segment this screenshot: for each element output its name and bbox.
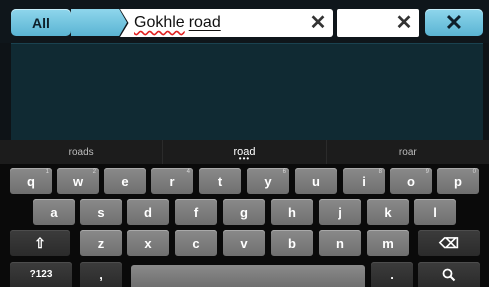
key-w-hint: 2 bbox=[92, 169, 96, 175]
breadcrumb-arrow bbox=[71, 9, 127, 36]
key-k[interactable]: k bbox=[367, 199, 409, 225]
shift-key-icon[interactable]: ⇧ bbox=[10, 230, 70, 256]
key-d[interactable]: d bbox=[127, 199, 169, 225]
key-w[interactable]: w2 bbox=[57, 168, 99, 194]
suggestion-roar[interactable]: roar bbox=[325, 140, 489, 164]
keyboard: q1 w2 e r4 t y6 u i8 o9 p0 a s d f g h j… bbox=[0, 164, 489, 287]
symbols-key[interactable]: ?123 bbox=[10, 262, 72, 287]
key-q[interactable]: q1 bbox=[10, 168, 52, 194]
key-f[interactable]: f bbox=[175, 199, 217, 225]
key-o[interactable]: o9 bbox=[390, 168, 432, 194]
search-bar: All Gokhle road ✕ ✕ ✕ bbox=[0, 0, 489, 43]
key-v[interactable]: v bbox=[223, 230, 265, 256]
magnifier-icon bbox=[442, 268, 456, 281]
key-o-label: o bbox=[407, 173, 415, 189]
period-key[interactable]: . bbox=[371, 262, 413, 287]
key-p[interactable]: p0 bbox=[437, 168, 479, 194]
close-button[interactable]: ✕ bbox=[425, 9, 483, 36]
key-z[interactable]: z bbox=[80, 230, 122, 256]
key-u-label: u bbox=[312, 173, 320, 189]
search-word-composing: road bbox=[188, 14, 221, 31]
key-e[interactable]: e bbox=[104, 168, 146, 194]
search-input-text: Gokhle road bbox=[134, 14, 221, 32]
suggestion-road[interactable]: road ••• bbox=[162, 140, 325, 164]
key-x[interactable]: x bbox=[127, 230, 169, 256]
suggestion-strip: roads road ••• roar bbox=[0, 140, 489, 164]
backspace-key-icon[interactable]: ⌫ bbox=[418, 230, 480, 256]
key-b[interactable]: b bbox=[271, 230, 313, 256]
clear-search-icon[interactable]: ✕ bbox=[308, 12, 328, 34]
key-j[interactable]: j bbox=[319, 199, 361, 225]
key-t[interactable]: t bbox=[199, 168, 241, 194]
key-r[interactable]: r4 bbox=[151, 168, 193, 194]
key-o-hint: 9 bbox=[425, 169, 429, 175]
key-c[interactable]: c bbox=[175, 230, 217, 256]
key-y-hint: 6 bbox=[282, 169, 286, 175]
comma-key[interactable]: , bbox=[80, 262, 122, 287]
key-i[interactable]: i8 bbox=[343, 168, 385, 194]
space-key[interactable] bbox=[131, 265, 365, 287]
key-m[interactable]: m bbox=[367, 230, 409, 256]
key-g[interactable]: g bbox=[223, 199, 265, 225]
key-a[interactable]: a bbox=[33, 199, 75, 225]
key-r-hint: 4 bbox=[186, 169, 190, 175]
secondary-input[interactable]: ✕ bbox=[337, 9, 419, 37]
key-q-label: q bbox=[27, 173, 35, 189]
key-p-label: p bbox=[454, 173, 462, 189]
key-u[interactable]: u bbox=[295, 168, 337, 194]
key-r-label: r bbox=[169, 173, 175, 189]
key-h[interactable]: h bbox=[271, 199, 313, 225]
suggestion-roads[interactable]: roads bbox=[0, 140, 162, 164]
results-area bbox=[11, 43, 483, 141]
key-i-hint: 8 bbox=[378, 169, 382, 175]
key-t-label: t bbox=[217, 173, 223, 189]
key-y[interactable]: y6 bbox=[247, 168, 289, 194]
search-input[interactable]: Gokhle road ✕ bbox=[120, 9, 333, 37]
search-word-misspelled: Gokhle bbox=[134, 14, 185, 31]
key-q-hint: 1 bbox=[45, 169, 49, 175]
key-w-label: w bbox=[72, 173, 84, 189]
key-s[interactable]: s bbox=[80, 199, 122, 225]
key-i-label: i bbox=[362, 173, 366, 189]
key-e-label: e bbox=[121, 173, 129, 189]
key-n[interactable]: n bbox=[319, 230, 361, 256]
all-button[interactable]: All bbox=[11, 9, 71, 36]
key-l[interactable]: l bbox=[414, 199, 456, 225]
search-key-icon[interactable] bbox=[418, 262, 480, 287]
key-y-label: y bbox=[264, 173, 272, 189]
key-p-hint: 0 bbox=[472, 169, 476, 175]
clear-secondary-icon[interactable]: ✕ bbox=[394, 12, 414, 34]
more-suggestions-dots: ••• bbox=[238, 154, 251, 163]
